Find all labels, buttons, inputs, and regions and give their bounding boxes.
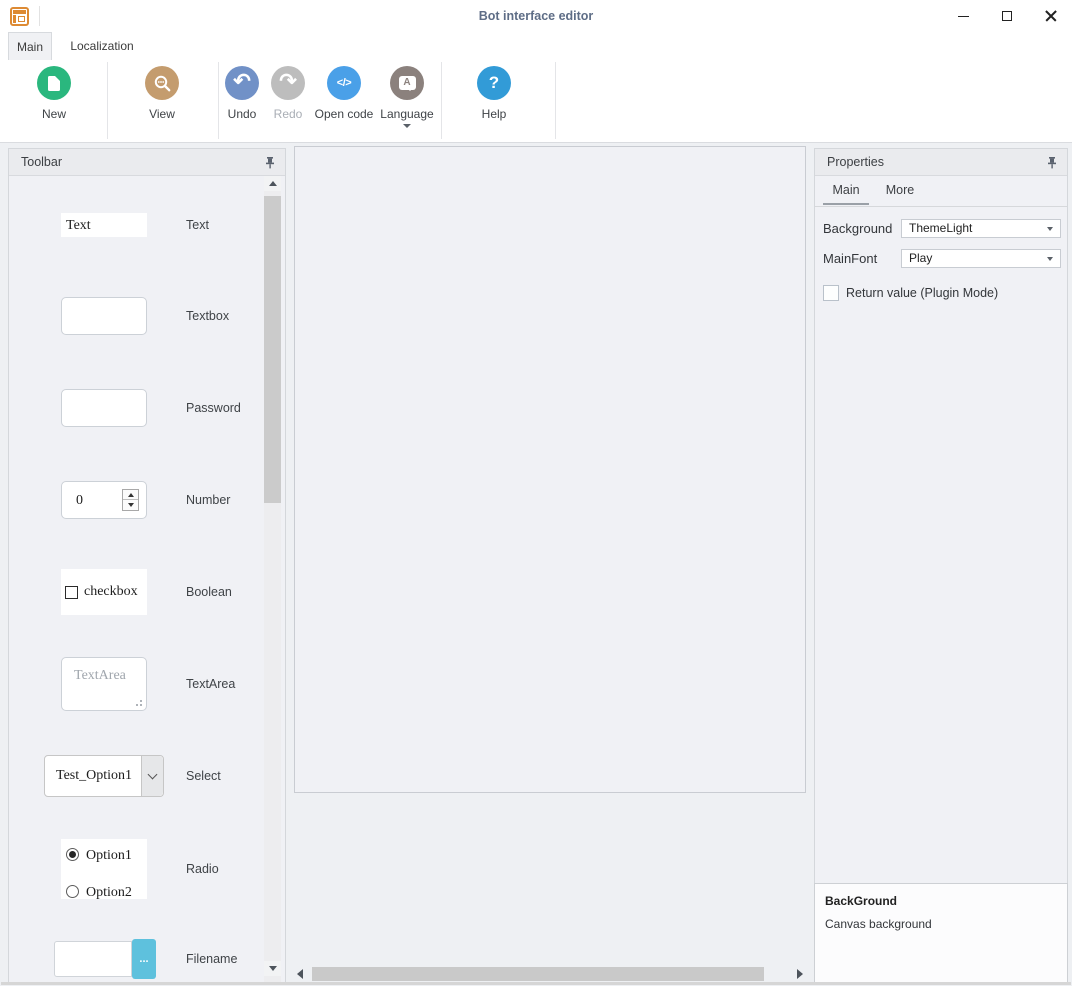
properties-panel-body: Main More Background ThemeLight MainFont…: [815, 176, 1067, 982]
properties-panel-title: Properties: [827, 155, 884, 169]
window-title: Bot interface editor: [0, 0, 1072, 32]
scroll-down-icon[interactable]: [264, 961, 281, 976]
toolbar-item-boolean: checkbox Boolean: [9, 569, 261, 615]
language-dropdown-caret: [403, 124, 411, 132]
main-area: Toolbar Text Text: [0, 143, 1072, 986]
description-title: BackGround: [825, 894, 1057, 908]
scroll-up-icon[interactable]: [264, 176, 281, 191]
mainfont-select[interactable]: Play: [901, 249, 1061, 268]
toolbar-item-label: Filename: [186, 952, 237, 966]
translate-icon: A: [390, 66, 424, 100]
property-row-background: Background ThemeLight: [823, 219, 1061, 238]
new-button[interactable]: New: [19, 66, 89, 121]
scroll-right-icon[interactable]: [794, 967, 806, 981]
canvas-horizontal-scrollbar[interactable]: [294, 965, 806, 983]
resize-grip-icon: [140, 704, 142, 706]
minimize-icon: [958, 16, 969, 17]
textarea-preview[interactable]: TextArea: [61, 657, 147, 711]
property-label: MainFont: [823, 249, 877, 268]
toolbar-item-password: Password: [9, 389, 261, 427]
toolbar-vertical-scrollbar[interactable]: [264, 176, 281, 982]
pin-icon[interactable]: [1045, 156, 1059, 170]
number-preview[interactable]: 0: [61, 481, 147, 519]
window-controls: [948, 2, 1066, 30]
select-preview[interactable]: Test_Option1: [44, 755, 164, 797]
radio-selected-icon: [66, 848, 79, 861]
toolbar-item-filename: ... Filename: [9, 939, 261, 979]
properties-panel: Properties Main More Background ThemeLig…: [814, 148, 1068, 983]
background-select[interactable]: ThemeLight: [901, 219, 1061, 238]
toolbar-item-label: Textbox: [186, 309, 229, 323]
description-text: Canvas background: [825, 917, 1057, 931]
new-document-icon: [37, 66, 71, 100]
text-preview[interactable]: Text: [61, 213, 147, 237]
ribbon-tab-row: Main Localization: [0, 32, 1072, 60]
scrollbar-thumb[interactable]: [312, 967, 764, 981]
property-description-box: BackGround Canvas background: [814, 883, 1068, 983]
toolbar-item-text: Text Text: [9, 213, 261, 237]
toolbar-item-label: Boolean: [186, 585, 232, 599]
password-preview[interactable]: [61, 389, 147, 427]
pin-icon[interactable]: [263, 156, 277, 170]
toolbar-item-label: Password: [186, 401, 241, 415]
view-button[interactable]: View: [127, 66, 197, 121]
spin-up-icon[interactable]: [123, 490, 138, 500]
close-button[interactable]: [1036, 2, 1066, 30]
spin-down-icon[interactable]: [123, 500, 138, 510]
properties-tab-more[interactable]: More: [877, 176, 923, 205]
zoom-magnifier-icon: [145, 66, 179, 100]
ribbon-group-separator: [107, 62, 108, 139]
titlebar: Bot interface editor: [0, 0, 1072, 32]
toolbar-item-number: 0 Number: [9, 481, 261, 519]
ribbon-toolbar: New View ↶ Undo ↷ Redo </> Open code: [0, 60, 1072, 143]
checkbox-label: Return value (Plugin Mode): [846, 286, 998, 300]
return-value-checkbox-row: Return value (Plugin Mode): [823, 284, 998, 301]
toolbar-item-label: Text: [186, 218, 209, 232]
language-button[interactable]: A Language: [371, 66, 443, 132]
radio-preview[interactable]: Option1 Option2: [61, 839, 147, 899]
maximize-icon: [1002, 11, 1012, 21]
toolbar-item-label: TextArea: [186, 677, 235, 691]
scrollbar-thumb[interactable]: [264, 196, 281, 503]
toolbar-item-select: Test_Option1 Select: [9, 755, 261, 797]
browse-button[interactable]: ...: [132, 939, 156, 979]
code-icon: </>: [327, 66, 361, 100]
undo-arrow-icon: ↶: [225, 66, 259, 100]
help-icon: ?: [477, 66, 511, 100]
radio-unselected-icon: [66, 885, 79, 898]
toolbar-item-textbox: Textbox: [9, 297, 261, 335]
checkbox-icon: [65, 586, 78, 599]
scroll-left-icon[interactable]: [294, 967, 306, 981]
minimize-button[interactable]: [948, 2, 978, 30]
number-spinner[interactable]: [122, 489, 139, 511]
toolbar-panel: Toolbar Text Text: [8, 148, 286, 983]
return-value-checkbox[interactable]: [823, 285, 839, 301]
textbox-preview[interactable]: [61, 297, 147, 335]
properties-tab-main[interactable]: Main: [823, 176, 869, 205]
combo-arrow-icon: [1047, 227, 1053, 234]
redo-arrow-icon: ↷: [271, 66, 305, 100]
toolbar-item-textarea: TextArea TextArea: [9, 657, 261, 711]
close-icon: [1045, 10, 1057, 22]
property-label: Background: [823, 219, 892, 238]
select-dropdown-button[interactable]: [141, 756, 163, 796]
boolean-preview[interactable]: checkbox: [61, 569, 147, 615]
toolbar-item-label: Select: [186, 769, 221, 783]
combo-arrow-icon: [1047, 257, 1053, 264]
toolbar-item-label: Number: [186, 493, 230, 507]
toolbar-panel-body: Text Text Textbox Password 0: [9, 176, 285, 982]
property-row-mainfont: MainFont Play: [823, 249, 1061, 268]
tab-main[interactable]: Main: [8, 32, 52, 60]
ribbon-group-separator: [555, 62, 556, 139]
help-button[interactable]: ? Help: [459, 66, 529, 121]
filename-input-preview[interactable]: [54, 941, 132, 977]
toolbar-item-label: Radio: [186, 862, 219, 876]
chevron-down-icon: [148, 769, 158, 779]
tab-localization[interactable]: Localization: [60, 32, 144, 60]
toolbar-panel-title: Toolbar: [21, 155, 62, 169]
design-canvas[interactable]: [294, 146, 806, 793]
maximize-button[interactable]: [992, 2, 1022, 30]
toolbar-item-radio: Option1 Option2 Radio: [9, 839, 261, 899]
app-window: Bot interface editor Main Localization N…: [0, 0, 1072, 986]
